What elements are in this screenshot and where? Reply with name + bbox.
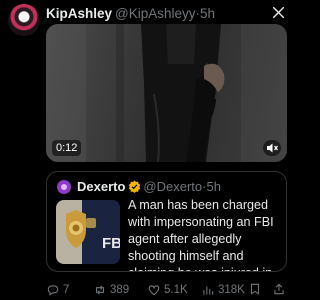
view-count: 318K: [218, 284, 245, 296]
avatar[interactable]: [8, 4, 40, 36]
quoted-text: A man has been charged with impersonatin…: [128, 198, 274, 271]
repost-button[interactable]: 389: [93, 282, 129, 298]
post-header: KipAshley @KipAshleyy·5h: [46, 5, 215, 22]
video-player[interactable]: 0:12: [46, 24, 287, 162]
author-name[interactable]: KipAshley: [46, 6, 112, 21]
heart-icon: [148, 285, 160, 296]
mute-button[interactable]: [263, 140, 281, 156]
author-handle-time[interactable]: @KipAshleyy·5h: [115, 6, 215, 21]
fbi-badge-image: FBI: [56, 200, 120, 264]
like-count: 5.1K: [164, 284, 188, 296]
bookmark-icon: [250, 283, 260, 295]
fbi-label: FBI: [102, 235, 120, 252]
verified-badge-icon: [129, 180, 141, 193]
views-icon: [203, 286, 214, 295]
reply-icon: [47, 285, 59, 296]
quoted-post[interactable]: Dexerto @Dexerto·5h FBI A man has been c…: [46, 171, 287, 272]
views-button[interactable]: 318K: [201, 282, 245, 298]
quoted-thumbnail[interactable]: FBI: [56, 200, 120, 264]
quoted-author-name[interactable]: Dexerto: [77, 179, 125, 194]
share-icon: [274, 283, 284, 295]
video-duration: 0:12: [52, 140, 82, 156]
speaker-mute-icon: [267, 143, 278, 153]
quoted-handle-time[interactable]: @Dexerto·5h: [143, 179, 221, 194]
reply-count: 7: [63, 284, 70, 296]
video-frame: [46, 24, 287, 162]
action-bar: 7 389 5.1K 318K: [46, 282, 290, 298]
share-button[interactable]: [272, 282, 286, 296]
like-button[interactable]: 5.1K: [147, 282, 188, 298]
quoted-avatar[interactable]: [57, 180, 71, 194]
quoted-header: Dexerto @Dexerto·5h: [77, 179, 221, 195]
reply-button[interactable]: 7: [46, 282, 69, 298]
repost-icon: [95, 285, 105, 295]
repost-count: 389: [110, 284, 130, 296]
bookmark-button[interactable]: [248, 282, 262, 296]
x-logo-icon[interactable]: [272, 6, 285, 19]
